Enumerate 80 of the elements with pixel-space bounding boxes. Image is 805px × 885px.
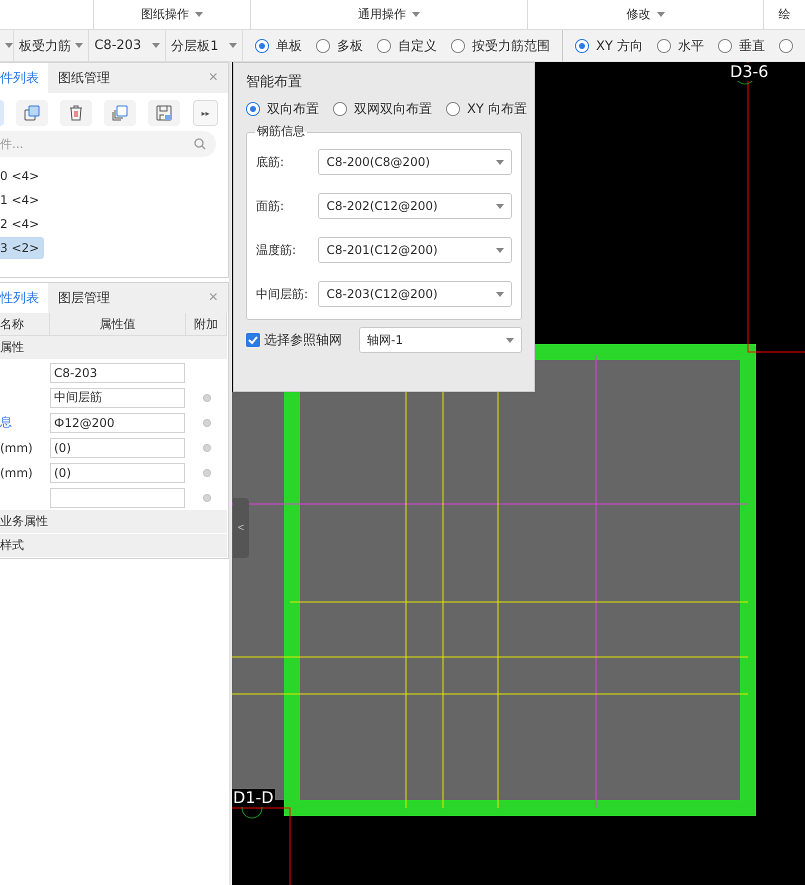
caret-icon	[496, 248, 504, 252]
section-header[interactable]: 业务属性	[0, 510, 227, 534]
property-value-field[interactable]: 中间层筋	[50, 388, 185, 408]
ribbon-group[interactable]: 图纸操作	[93, 0, 250, 29]
axis-label: D1-D	[232, 789, 275, 807]
field-label: 中间层筋:	[256, 286, 310, 302]
dialog-title: 智能布置	[246, 73, 303, 91]
panel-tab[interactable]: 图纸管理	[48, 63, 120, 93]
caret-icon	[195, 12, 203, 17]
caret-icon	[75, 43, 84, 48]
radio-option[interactable]: 自定义	[377, 36, 438, 54]
property-value-field[interactable]: (0)	[50, 462, 185, 482]
component-item[interactable]: 0 <4>	[0, 165, 44, 187]
property-name: (mm)	[0, 440, 34, 456]
caret-icon	[496, 204, 504, 208]
rebar-select[interactable]: C8-201(C12@200)	[318, 237, 512, 263]
duplicate-icon	[111, 104, 129, 122]
column-header: 名称	[0, 313, 50, 336]
caret-icon	[412, 12, 420, 17]
copy-icon	[23, 104, 41, 122]
collapse-handle[interactable]: <	[233, 498, 249, 558]
property-name: (mm)	[0, 464, 34, 482]
rebar-select[interactable]: C8-203(C12@200)	[318, 281, 512, 307]
grid-checkbox[interactable]: 选择参照轴网	[246, 331, 342, 349]
caret-icon	[229, 43, 238, 48]
caret-icon	[152, 43, 160, 48]
caret-icon	[5, 43, 13, 48]
rebar-select[interactable]: C8-202(C12@200)	[318, 193, 512, 219]
caret-icon	[496, 292, 504, 296]
tool-button[interactable]	[16, 100, 48, 126]
panel-tab[interactable]: 图层管理	[48, 283, 120, 313]
property-value-field[interactable]: Ф12@200	[50, 412, 185, 432]
radio-option[interactable]	[779, 38, 793, 52]
section-header[interactable]: 属性	[0, 336, 227, 360]
group-title: 钢筋信息	[255, 123, 307, 140]
attach-dot[interactable]	[202, 418, 210, 426]
property-value-field[interactable]: C8-203	[50, 362, 185, 382]
axis-label: D3-6	[729, 63, 770, 81]
more-button[interactable]: ▸▸	[193, 100, 218, 126]
column-header: 属性值	[50, 313, 186, 336]
property-value-field[interactable]: (0)	[50, 438, 185, 458]
tool-button[interactable]	[148, 100, 180, 126]
field-label: 底筋:	[256, 154, 286, 170]
section-header[interactable]: 样式	[0, 534, 227, 558]
tool-button[interactable]	[60, 100, 92, 126]
attach-dot[interactable]	[202, 494, 210, 502]
radio-option[interactable]: XY 向布置	[446, 100, 527, 118]
radio-option[interactable]: 单板	[255, 36, 302, 54]
check-icon	[248, 335, 258, 345]
component-item[interactable]: 2 <4>	[0, 213, 44, 235]
search-icon	[194, 138, 206, 150]
radio-option[interactable]: 双网双向布置	[333, 100, 432, 118]
radio-option[interactable]: 双向布置	[246, 100, 319, 118]
radio-option[interactable]: 按受力筋范围	[451, 36, 550, 54]
panel-tab[interactable]: 件列表	[0, 63, 48, 93]
ribbon-group[interactable]: 修改	[527, 0, 763, 29]
radio-option[interactable]: 多板	[316, 36, 364, 54]
field-label: 面筋:	[256, 198, 286, 214]
tool-button[interactable]	[104, 100, 136, 126]
rebar-select[interactable]: C8-200(C8@200)	[318, 149, 512, 175]
panel-tab[interactable]: 性列表	[0, 283, 48, 313]
ribbon-group[interactable]: 绘	[763, 0, 805, 29]
field-label: 温度筋:	[256, 242, 298, 258]
radio-option[interactable]: 垂直	[718, 36, 765, 54]
save-icon	[155, 104, 173, 122]
attach-dot[interactable]	[202, 444, 210, 452]
component-item[interactable]: 1 <4>	[0, 189, 44, 211]
property-value-field[interactable]	[50, 488, 185, 508]
caret-icon	[496, 160, 504, 164]
property-name[interactable]: 息	[0, 410, 50, 435]
ribbon-group[interactable]: 通用操作	[250, 0, 527, 29]
component-item[interactable]: 3 <2>	[0, 237, 44, 259]
radio-option[interactable]: 水平	[657, 36, 704, 54]
trash-icon	[67, 104, 85, 122]
attach-dot[interactable]	[202, 468, 210, 476]
radio-option[interactable]: XY 方向	[575, 36, 643, 54]
grid-select[interactable]: 轴网-1	[359, 327, 522, 353]
attach-dot[interactable]	[202, 394, 210, 402]
column-header: 附加	[186, 313, 227, 336]
caret-icon	[656, 12, 664, 17]
